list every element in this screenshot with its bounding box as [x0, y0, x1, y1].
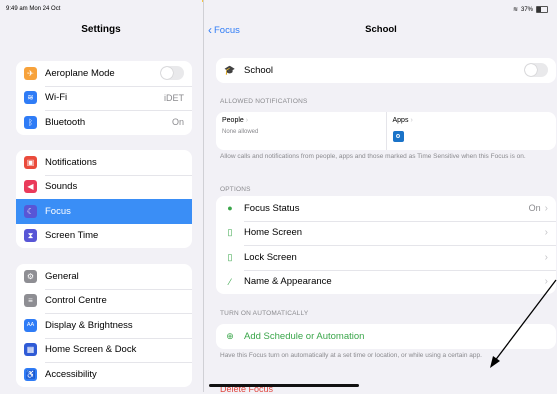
notifications-icon: ▣ — [24, 155, 37, 169]
sounds-icon: ◀ — [24, 180, 37, 194]
sidebar-item-label: Control Centre — [45, 295, 107, 307]
sidebar-item-value: iDET — [164, 92, 184, 103]
sidebar-item-value: On — [171, 117, 184, 128]
focus-detail-pane: ≋ 37% ‹ Focus School 🎓 School ALLOWED NO… — [203, 0, 557, 394]
sidebar-item-bluetooth[interactable]: ᛒ Bluetooth On — [16, 110, 192, 135]
sidebar-item-label: Home Screen & Dock — [45, 344, 137, 356]
sidebar-group-connectivity: ✈ Aeroplane Mode ≋ Wi-Fi iDET ᛒ Bluetooth On — [16, 61, 192, 135]
sidebar-item-focus[interactable]: ☾ Focus — [16, 199, 192, 224]
sidebar-item-notifications[interactable]: ▣ Notifications — [16, 150, 192, 175]
general-gear-icon: ⚙ — [24, 269, 37, 283]
screen-time-icon: ⧗ — [24, 229, 37, 243]
sidebar-title: Settings — [81, 24, 121, 35]
sidebar-item-general[interactable]: ⚙ General — [16, 264, 192, 289]
sidebar-item-label: Aeroplane Mode — [45, 67, 115, 79]
sidebar-item-label: Notifications — [45, 156, 97, 168]
sidebar-item-home-screen-dock[interactable]: ▦ Home Screen & Dock — [16, 337, 192, 363]
sidebar-item-label: Focus — [45, 205, 71, 217]
aeroplane-mode-toggle[interactable] — [160, 66, 184, 81]
accessibility-icon: ♿ — [24, 367, 37, 381]
sidebar-item-accessibility[interactable]: ♿ Accessibility — [16, 362, 192, 387]
sidebar-item-label: Wi-Fi — [45, 92, 68, 104]
display-icon: AA — [24, 318, 37, 332]
home-indicator — [209, 384, 359, 387]
sidebar-item-control-centre[interactable]: ≡ Control Centre — [16, 288, 192, 314]
bluetooth-icon: ᛒ — [24, 115, 37, 129]
sidebar-item-label: Screen Time — [45, 230, 99, 242]
focus-moon-icon: ☾ — [24, 204, 37, 218]
sidebar-item-wi-fi[interactable]: ≋ Wi-Fi iDET — [16, 85, 192, 111]
annotation-arrow — [490, 279, 557, 368]
sidebar-item-aeroplane-mode[interactable]: ✈ Aeroplane Mode — [16, 61, 192, 86]
sidebar-item-screen-time[interactable]: ⧗ Screen Time — [16, 224, 192, 249]
sidebar-item-label: Display & Brightness — [45, 319, 133, 331]
control-centre-icon: ≡ — [24, 294, 37, 308]
home-screen-icon: ▦ — [24, 343, 37, 357]
sidebar-item-label: Sounds — [45, 181, 78, 193]
wifi-icon: ≋ — [24, 91, 37, 105]
sidebar-item-label: Bluetooth — [45, 116, 86, 128]
settings-sidebar: 9:49 am Mon 24 Oct Settings ✈ Aeroplane M… — [0, 0, 202, 392]
airplane-icon: ✈ — [24, 66, 37, 80]
sidebar-item-label: Accessibility — [45, 368, 97, 380]
status-time: 9:49 am Mon 24 Oct — [6, 6, 61, 12]
sidebar-item-sounds[interactable]: ◀ Sounds — [16, 174, 192, 200]
sidebar-group-notifications: ▣ Notifications ◀ Sounds ☾ Focus ⧗ Screen Time — [16, 150, 192, 248]
sidebar-group-general: ⚙ General ≡ Control Centre AA Display & Brigh… — [16, 264, 192, 387]
sidebar-item-display-brightness[interactable]: AA Display & Brightness — [16, 313, 192, 338]
sidebar-item-label: General — [45, 270, 79, 282]
